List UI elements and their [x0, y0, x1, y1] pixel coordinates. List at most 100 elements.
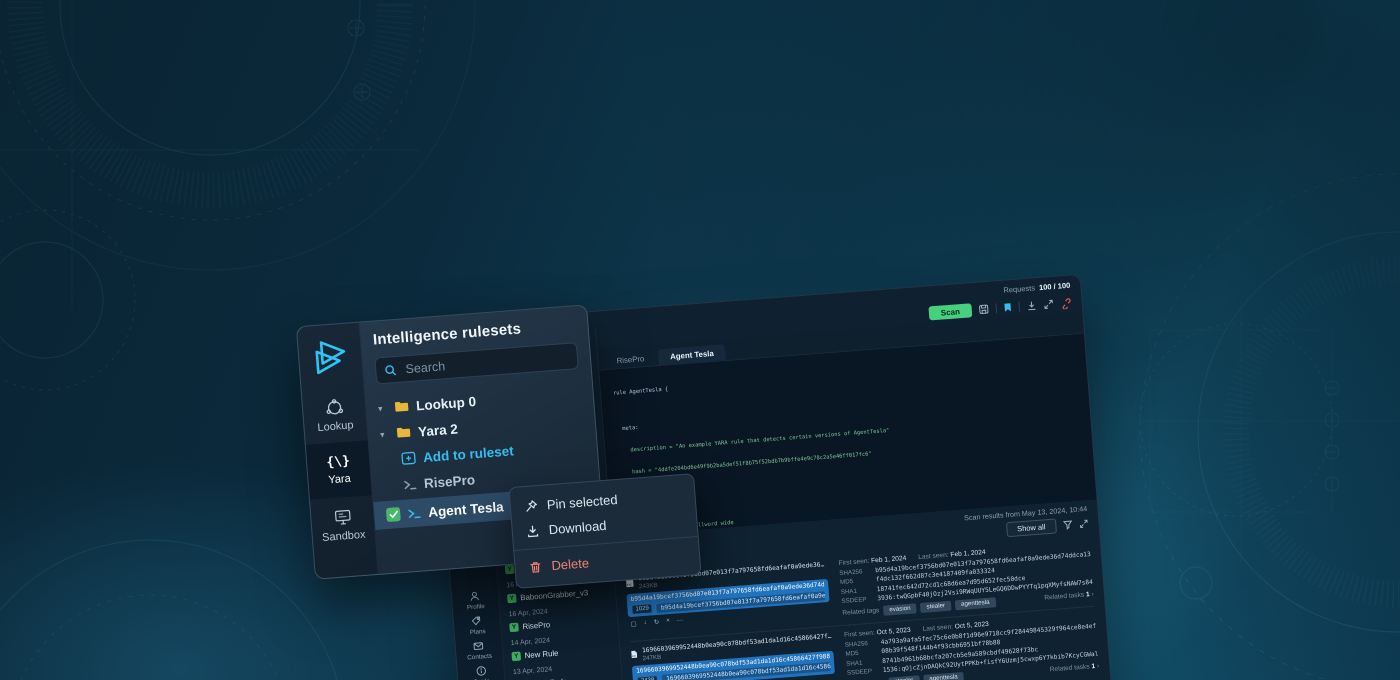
- tag-chip[interactable]: stealer: [920, 601, 951, 613]
- tag-chip[interactable]: agenttesla: [955, 597, 996, 610]
- tag-chip[interactable]: evasion: [883, 603, 917, 615]
- row-action-icon[interactable]: ↓: [643, 619, 647, 627]
- sandbox-icon: [332, 507, 352, 526]
- related-tasks-link[interactable]: Related tasks 1 ›: [1044, 591, 1094, 602]
- folder-plus-icon: [401, 451, 417, 466]
- requests-label: Requests: [1003, 283, 1035, 294]
- nav-item-contacts[interactable]: Contacts: [466, 640, 492, 662]
- hash-label: SHA256: [839, 567, 869, 576]
- hash-label: SSDEEP: [841, 596, 871, 605]
- first-seen-label: First seen:: [838, 558, 869, 567]
- folder-icon: [396, 426, 412, 439]
- panel-nav-sandbox[interactable]: Sandbox: [310, 495, 376, 555]
- scan-button[interactable]: Scan: [928, 303, 972, 320]
- nav-label: Contacts: [467, 653, 492, 662]
- panel-nav-label: Sandbox: [322, 528, 366, 543]
- history-item[interactable]: YNew Rule: [511, 644, 612, 663]
- last-seen-label: Last seen:: [918, 552, 949, 561]
- tree-label: Agent Tesla: [428, 499, 504, 520]
- panel-nav-label: Yara: [328, 472, 351, 486]
- chevron-down-icon[interactable]: ▾: [380, 429, 390, 439]
- last-seen-value: Oct 5, 2023: [955, 621, 990, 631]
- pin-icon: [523, 499, 538, 514]
- panel-nav-lookup[interactable]: Lookup: [302, 385, 368, 445]
- hash-label: SHA256: [845, 639, 875, 648]
- code-line: hash = "4ddfe204bd6e49f9b2ba5def51f8b75f…: [619, 434, 1092, 477]
- save-icon[interactable]: [978, 304, 989, 315]
- tag-chip[interactable]: agenttesla: [923, 672, 964, 680]
- history-item-label: New Rule: [524, 649, 558, 661]
- hash-label: SHA1: [846, 658, 876, 667]
- row-action-icon[interactable]: ×: [666, 617, 670, 625]
- related-tags-label: Related tags: [842, 608, 879, 618]
- profile-icon: [469, 590, 481, 602]
- hash-label: SSDEEP: [847, 668, 877, 677]
- tree-label: Lookup 0: [416, 394, 477, 414]
- folder-icon: [394, 400, 410, 413]
- tree-label: Add to ruleset: [423, 443, 515, 465]
- bookmark-icon[interactable]: [1003, 302, 1012, 313]
- chevron-down-icon[interactable]: ▾: [378, 403, 388, 413]
- checkbox-checked[interactable]: [386, 507, 401, 522]
- code-line: [615, 376, 1088, 412]
- hash-label: MD5: [845, 649, 875, 658]
- yara-badge-icon: Y: [507, 594, 517, 604]
- last-seen-label: Last seen:: [922, 624, 953, 633]
- history-item[interactable]: YBaboonGrabber_v3: [507, 586, 608, 605]
- yara-braces-icon: {\}: [326, 454, 350, 470]
- tree-label: RisePro: [423, 472, 475, 491]
- menu-item-label: Download: [548, 518, 607, 537]
- row-action-icon[interactable]: ↻: [654, 618, 660, 626]
- nav-label: Plans: [470, 628, 486, 636]
- filter-icon[interactable]: [1063, 520, 1073, 530]
- plans-icon: [471, 615, 483, 627]
- tag-chip[interactable]: stealer: [888, 675, 919, 680]
- trash-icon: [528, 559, 543, 574]
- history-item[interactable]: YRisePro: [509, 615, 610, 634]
- nav-label: Profile: [467, 603, 485, 611]
- match-line-badge: 1029: [631, 603, 653, 615]
- contacts-icon: [473, 640, 485, 652]
- hash-label: MD5: [840, 577, 870, 586]
- panel-nav-yara[interactable]: {\} Yara: [306, 440, 372, 500]
- nav-item-plans[interactable]: Plans: [469, 615, 486, 636]
- show-all-button[interactable]: Show all: [1006, 518, 1057, 537]
- search-icon: [384, 362, 397, 377]
- download-icon[interactable]: [1026, 300, 1037, 311]
- tree-label: Yara 2: [418, 421, 459, 439]
- lookup-icon: [324, 398, 344, 417]
- menu-item-label: Delete: [551, 555, 590, 573]
- match-line-badge: 2438: [637, 675, 659, 680]
- check-icon: [389, 510, 399, 519]
- guide-icon: [475, 665, 487, 677]
- search-box[interactable]: [374, 342, 578, 384]
- row-action-icon[interactable]: ▢: [630, 620, 637, 628]
- menu-item-label: Pin selected: [546, 492, 618, 512]
- terminal-icon: [407, 506, 422, 520]
- code-line: meta:: [616, 391, 1089, 434]
- yara-badge-icon: Y: [509, 623, 519, 633]
- expand-icon[interactable]: [1043, 299, 1054, 310]
- api-link-icon[interactable]: [1060, 297, 1072, 309]
- hash-label: SHA1: [841, 587, 871, 596]
- panel-nav-label: Lookup: [317, 419, 354, 434]
- first-seen-value: Feb 1, 2024: [871, 555, 907, 565]
- yara-badge-icon: Y: [505, 565, 515, 575]
- svg-text:EXE: EXE: [627, 583, 633, 586]
- context-menu: Pin selected Download Delete: [508, 473, 701, 589]
- row-action-icon[interactable]: ⋯: [677, 616, 684, 624]
- search-input[interactable]: [403, 348, 570, 377]
- nav-item-guide[interactable]: Guide: [472, 665, 490, 680]
- history-item-label: BaboonGrabber_v3: [520, 588, 589, 602]
- related-tasks-link[interactable]: Related tasks 1 ›: [1050, 663, 1100, 674]
- yara-badge-icon: Y: [511, 651, 521, 661]
- terminal-icon: [403, 477, 418, 491]
- first-seen-label: First seen:: [844, 630, 875, 639]
- history-item-label: RisePro: [522, 620, 550, 631]
- expand-results-icon[interactable]: [1079, 519, 1089, 529]
- last-seen-value: Feb 1, 2024: [950, 549, 986, 559]
- exe-file-icon: EXE: [630, 648, 637, 661]
- first-seen-value: Oct 5, 2023: [876, 627, 911, 637]
- code-line: description = "An example YARA rule that…: [617, 413, 1090, 456]
- nav-item-profile[interactable]: Profile: [466, 590, 485, 611]
